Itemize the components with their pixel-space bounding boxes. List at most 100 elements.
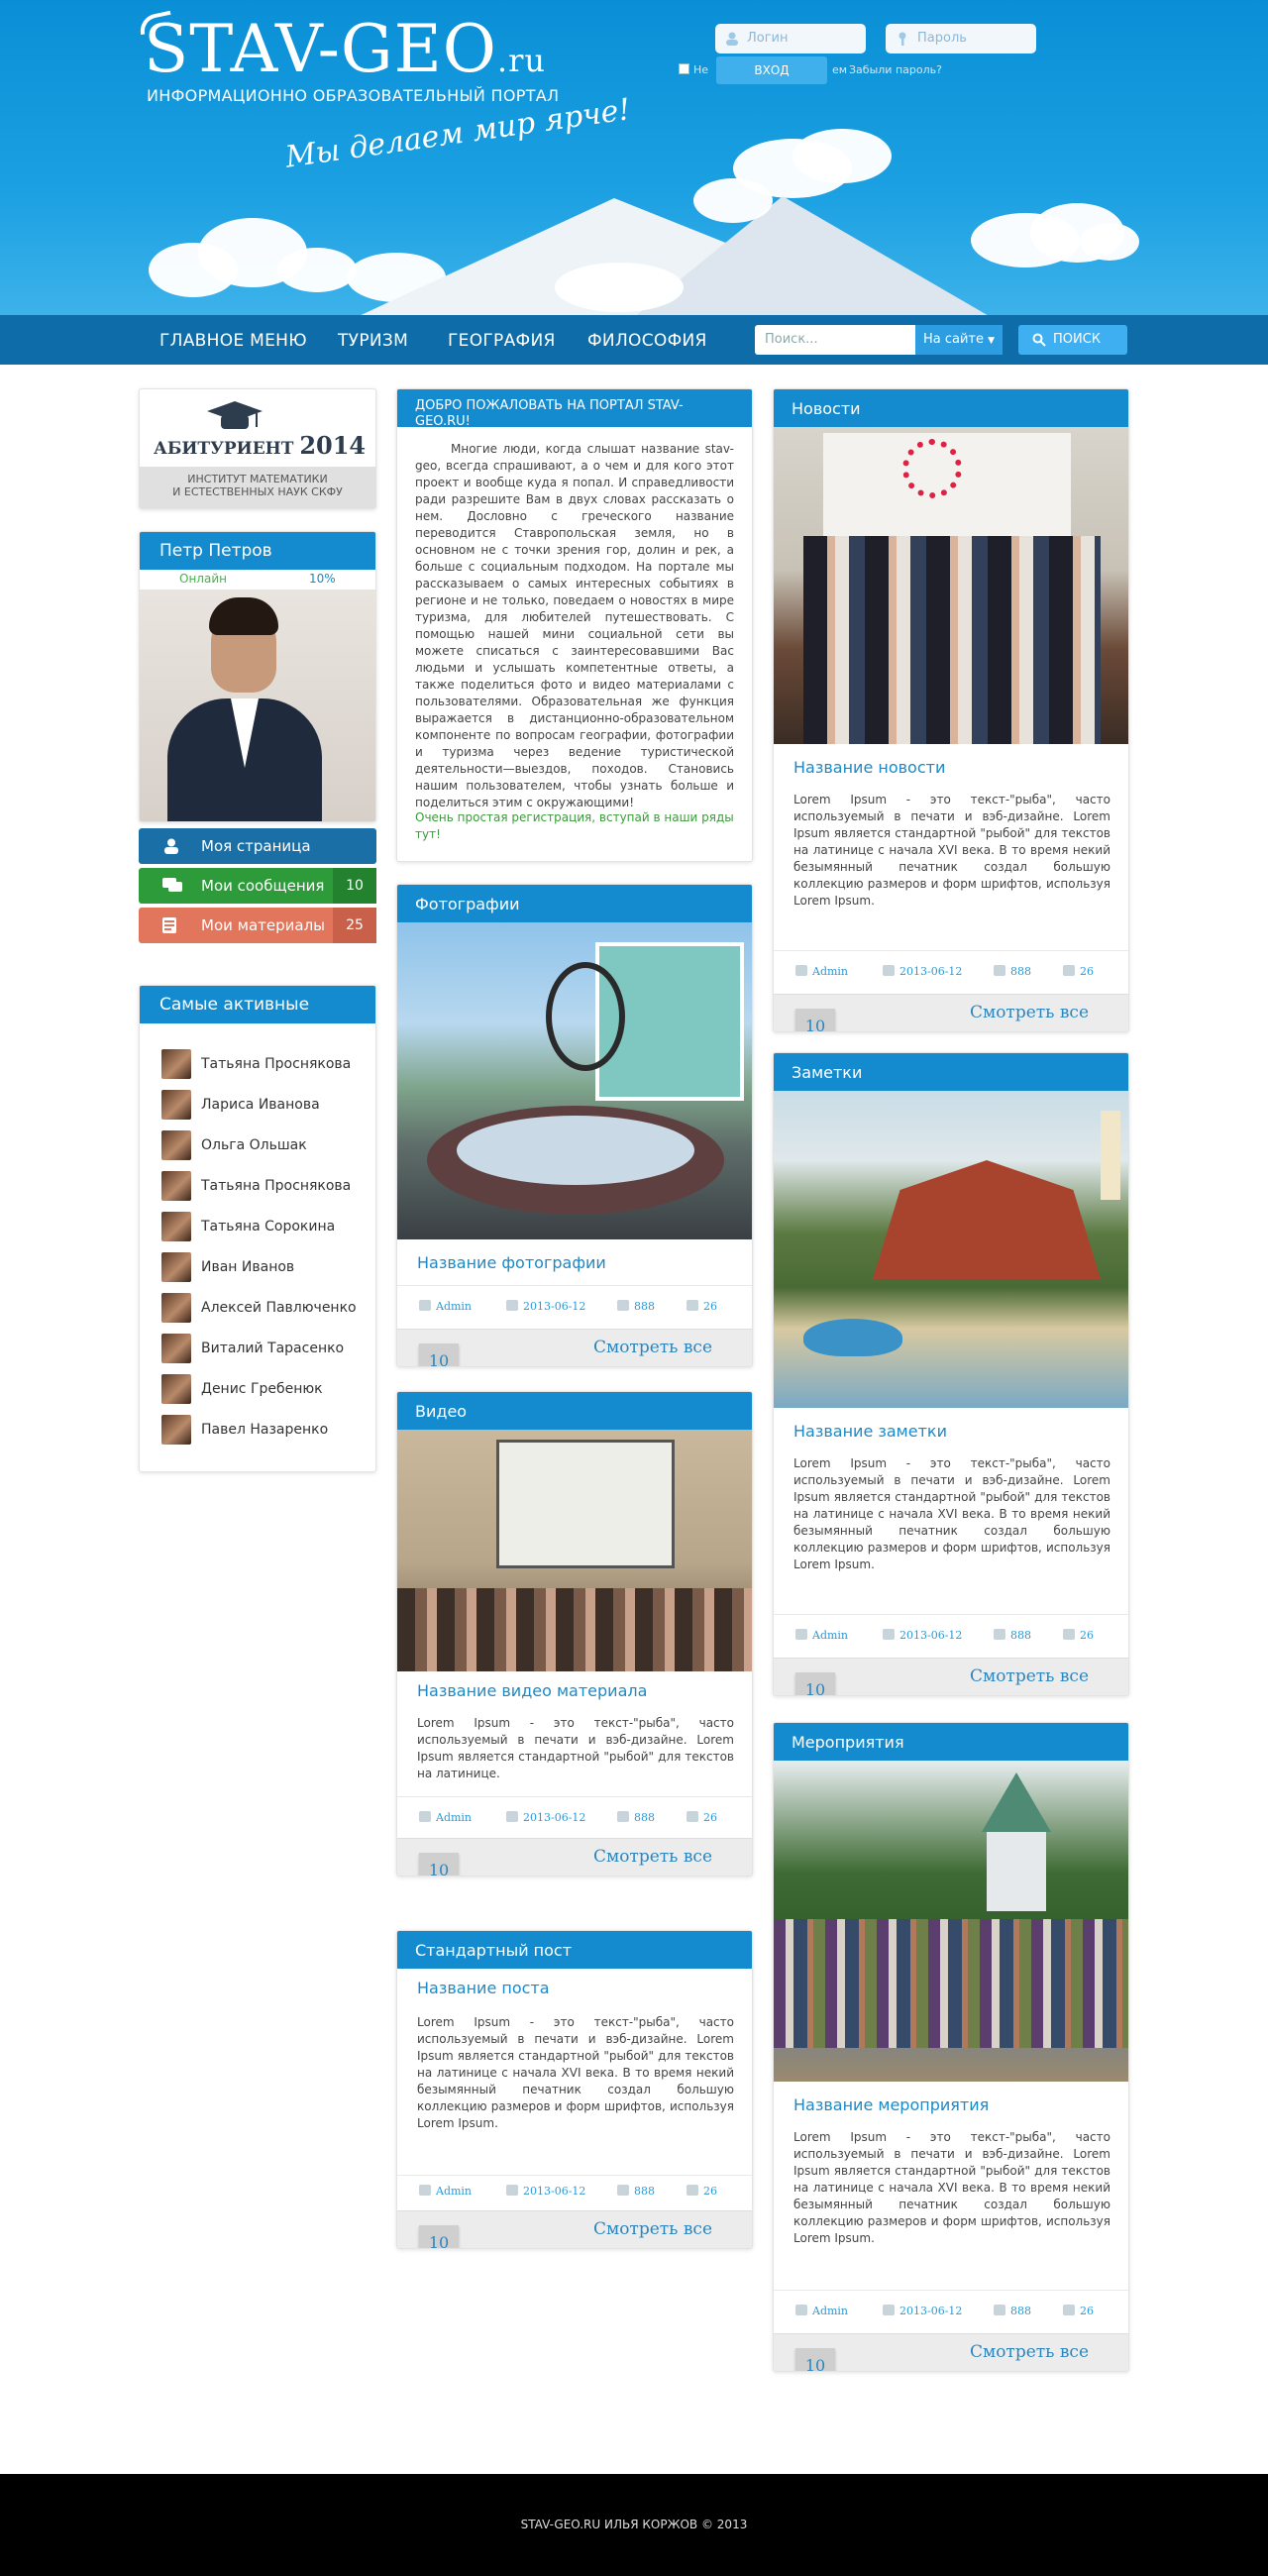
notes-photo[interactable] — [774, 1091, 1128, 1408]
chapel-wall-shape — [987, 1832, 1046, 1911]
eye-icon — [994, 1629, 1005, 1640]
user-icon — [419, 2185, 431, 2196]
comments-meta[interactable]: 26 — [687, 2185, 717, 2198]
photo-title[interactable]: Название фотографии — [417, 1253, 606, 1272]
eye-icon — [617, 1300, 629, 1311]
comments-meta[interactable]: 26 — [687, 1300, 717, 1313]
page-count-badge[interactable]: 10 — [419, 1343, 459, 1366]
date-meta: 2013-06-12 — [883, 965, 962, 978]
my-messages-button[interactable]: Мои сообщения 10 — [139, 868, 376, 904]
views-meta: 888 — [617, 1811, 655, 1824]
page-count-badge[interactable]: 10 — [795, 1672, 835, 1695]
notes-card-title[interactable]: Заметки — [774, 1053, 1128, 1091]
welcome-title: ДОБРО ПОЖАЛОВАТЬ НА ПОРТАЛ STAV-GEO.RU! — [397, 389, 752, 427]
author-meta[interactable]: Admin — [419, 2185, 472, 2198]
key-icon — [897, 32, 908, 46]
events-card: Мероприятия Название мероприятия Lorem I… — [773, 1722, 1129, 2372]
view-all-link[interactable]: Смотреть все — [593, 1338, 712, 1357]
author-meta[interactable]: Admin — [795, 965, 848, 978]
comments-meta[interactable]: 26 — [1063, 1629, 1094, 1642]
nav-item-main[interactable]: ГЛАВНОЕ МЕНЮ — [159, 331, 307, 351]
abiturient-banner[interactable]: АБИТУРИЕНТ 2014 ИНСТИТУТ МАТЕМАТИКИ И ЕСТ… — [139, 388, 376, 509]
view-all-link[interactable]: Смотреть все — [970, 1003, 1089, 1022]
brick-house-shape — [873, 1160, 1101, 1279]
card-footer: 10 Смотреть все — [397, 2210, 752, 2248]
sculpture-ring-shape — [546, 962, 625, 1071]
news-title[interactable]: Название новости — [793, 758, 945, 777]
author-meta[interactable]: Admin — [419, 1300, 472, 1313]
events-photo[interactable] — [774, 1761, 1128, 2082]
photo-fountain[interactable] — [397, 922, 752, 1239]
views-meta: 888 — [617, 2185, 655, 2198]
my-page-button[interactable]: Моя страница — [139, 828, 376, 864]
page-count-badge[interactable]: 10 — [419, 1853, 459, 1876]
view-all-link[interactable]: Смотреть все — [970, 2342, 1089, 2362]
online-status: Онлайн — [179, 572, 227, 586]
date-meta: 2013-06-12 — [883, 1629, 962, 1642]
post-title[interactable]: Название поста — [417, 1979, 550, 1997]
page-count-badge[interactable]: 10 — [795, 2348, 835, 2371]
news-photo[interactable] — [774, 427, 1128, 744]
welcome-text: Многие люди, когда слышат название stav-… — [415, 442, 734, 809]
note-title[interactable]: Название заметки — [793, 1422, 947, 1441]
view-all-link[interactable]: Смотреть все — [970, 1666, 1089, 1686]
user-icon — [419, 1300, 431, 1311]
user-icon — [726, 32, 738, 46]
profile-name[interactable]: Петр Петров — [140, 532, 375, 570]
video-title[interactable]: Название видео материала — [417, 1681, 647, 1700]
login-button[interactable]: ВХОД — [716, 56, 827, 84]
audience-shape — [397, 1588, 752, 1671]
avatar-hair-shape — [209, 597, 278, 635]
views-meta: 888 — [994, 2305, 1031, 2317]
view-all-link[interactable]: Смотреть все — [593, 2219, 712, 2239]
messages-count: 10 — [333, 868, 376, 904]
author-meta[interactable]: Admin — [795, 2305, 848, 2317]
user-icon — [162, 838, 180, 854]
calendar-icon — [506, 1300, 518, 1311]
avatar — [161, 1374, 191, 1404]
nav-item-philosophy[interactable]: ФИЛОСОФИЯ — [587, 331, 707, 351]
view-all-link[interactable]: Смотреть все — [593, 1847, 712, 1867]
events-card-title[interactable]: Мероприятия — [774, 1723, 1128, 1761]
nav-item-tourism[interactable]: ТУРИЗМ — [338, 331, 408, 351]
cloud-shape — [277, 248, 357, 292]
search-input[interactable]: Поиск... — [755, 325, 915, 355]
register-link[interactable]: Очень простая регистрация, вступай в наш… — [415, 809, 734, 843]
comments-meta[interactable]: 26 — [1063, 2305, 1094, 2317]
password-input[interactable]: Пароль — [886, 24, 1036, 54]
news-card-title[interactable]: Новости — [774, 389, 1128, 427]
date-meta: 2013-06-12 — [506, 1811, 585, 1824]
comment-icon — [687, 1300, 698, 1311]
nav-item-geography[interactable]: ГЕОГРАФИЯ — [448, 331, 556, 351]
forgot-password-link[interactable]: Забыли пароль? — [849, 63, 942, 76]
post-card-title[interactable]: Стандартный пост — [397, 1931, 752, 1969]
page-count-badge[interactable]: 10 — [419, 2225, 459, 2248]
my-materials-button[interactable]: Мои материалы 25 — [139, 908, 376, 943]
search-icon — [1032, 333, 1046, 351]
photos-card-title[interactable]: Фотографии — [397, 885, 752, 922]
user-icon — [795, 2305, 807, 2315]
boat-shape — [803, 1319, 902, 1356]
comments-meta[interactable]: 26 — [687, 1811, 717, 1824]
event-title[interactable]: Название мероприятия — [793, 2095, 989, 2114]
calendar-icon — [883, 2305, 895, 2315]
search-button[interactable]: ПОИСК — [1018, 325, 1127, 355]
author-meta[interactable]: Admin — [419, 1811, 472, 1824]
comment-icon — [687, 2185, 698, 2196]
author-meta[interactable]: Admin — [795, 1629, 848, 1642]
page-count-badge[interactable]: 10 — [795, 1009, 835, 1031]
login-input[interactable]: Логин — [715, 24, 866, 54]
video-thumbnail[interactable] — [397, 1430, 752, 1671]
avatar[interactable] — [140, 590, 375, 821]
eye-icon — [617, 1811, 629, 1822]
cloud-shape — [792, 129, 892, 183]
site-footer: STAV-GEO.RU ИЛЬЯ КОРЖОВ © 2013 — [0, 2474, 1268, 2576]
logo-circle-shape — [902, 439, 962, 498]
search-scope-select[interactable]: На сайте ▼ — [915, 325, 1003, 355]
video-text: Lorem Ipsum - это текст-"рыба", часто ис… — [417, 1716, 734, 1780]
remember-checkbox[interactable]: Не — [679, 63, 708, 76]
comments-meta[interactable]: 26 — [1063, 965, 1094, 978]
video-card-title[interactable]: Видео — [397, 1392, 752, 1430]
eye-icon — [994, 965, 1005, 976]
views-meta: 888 — [994, 1629, 1031, 1642]
